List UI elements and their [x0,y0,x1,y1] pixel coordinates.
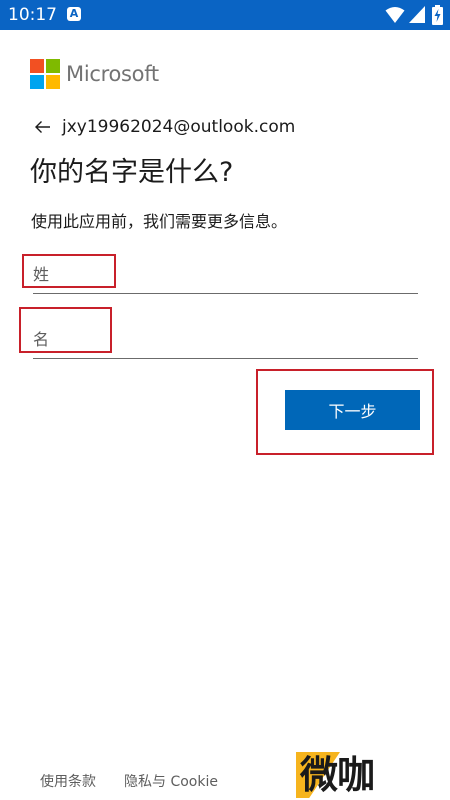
signal-icon [409,6,425,23]
account-email: jxy19962024@outlook.com [62,117,296,137]
last-name-input[interactable] [33,258,418,294]
microsoft-logo-icon [30,59,60,89]
page-title: 你的名字是什么? [30,157,234,188]
watermark-logo: 微咖 [296,752,408,798]
account-identity: jxy19962024@outlook.com [34,114,334,140]
brand-name: Microsoft [66,62,159,86]
battery-charging-icon [432,5,443,25]
microsoft-logo: Microsoft [30,59,190,91]
watermark-text: 微咖 [300,753,375,797]
privacy-cookies-link[interactable]: 隐私与 Cookie [124,772,218,792]
wifi-icon [385,7,405,23]
page-subtitle: 使用此应用前，我们需要更多信息。 [31,212,288,231]
status-time: 10:17 [8,5,57,25]
next-button[interactable]: 下一步 [285,390,420,430]
first-name-input[interactable] [33,323,418,359]
arrow-left-icon[interactable] [34,118,52,136]
terms-of-use-link[interactable]: 使用条款 [40,772,96,792]
notification-icon: A [67,7,81,21]
status-bar: 10:17 A [0,0,450,30]
